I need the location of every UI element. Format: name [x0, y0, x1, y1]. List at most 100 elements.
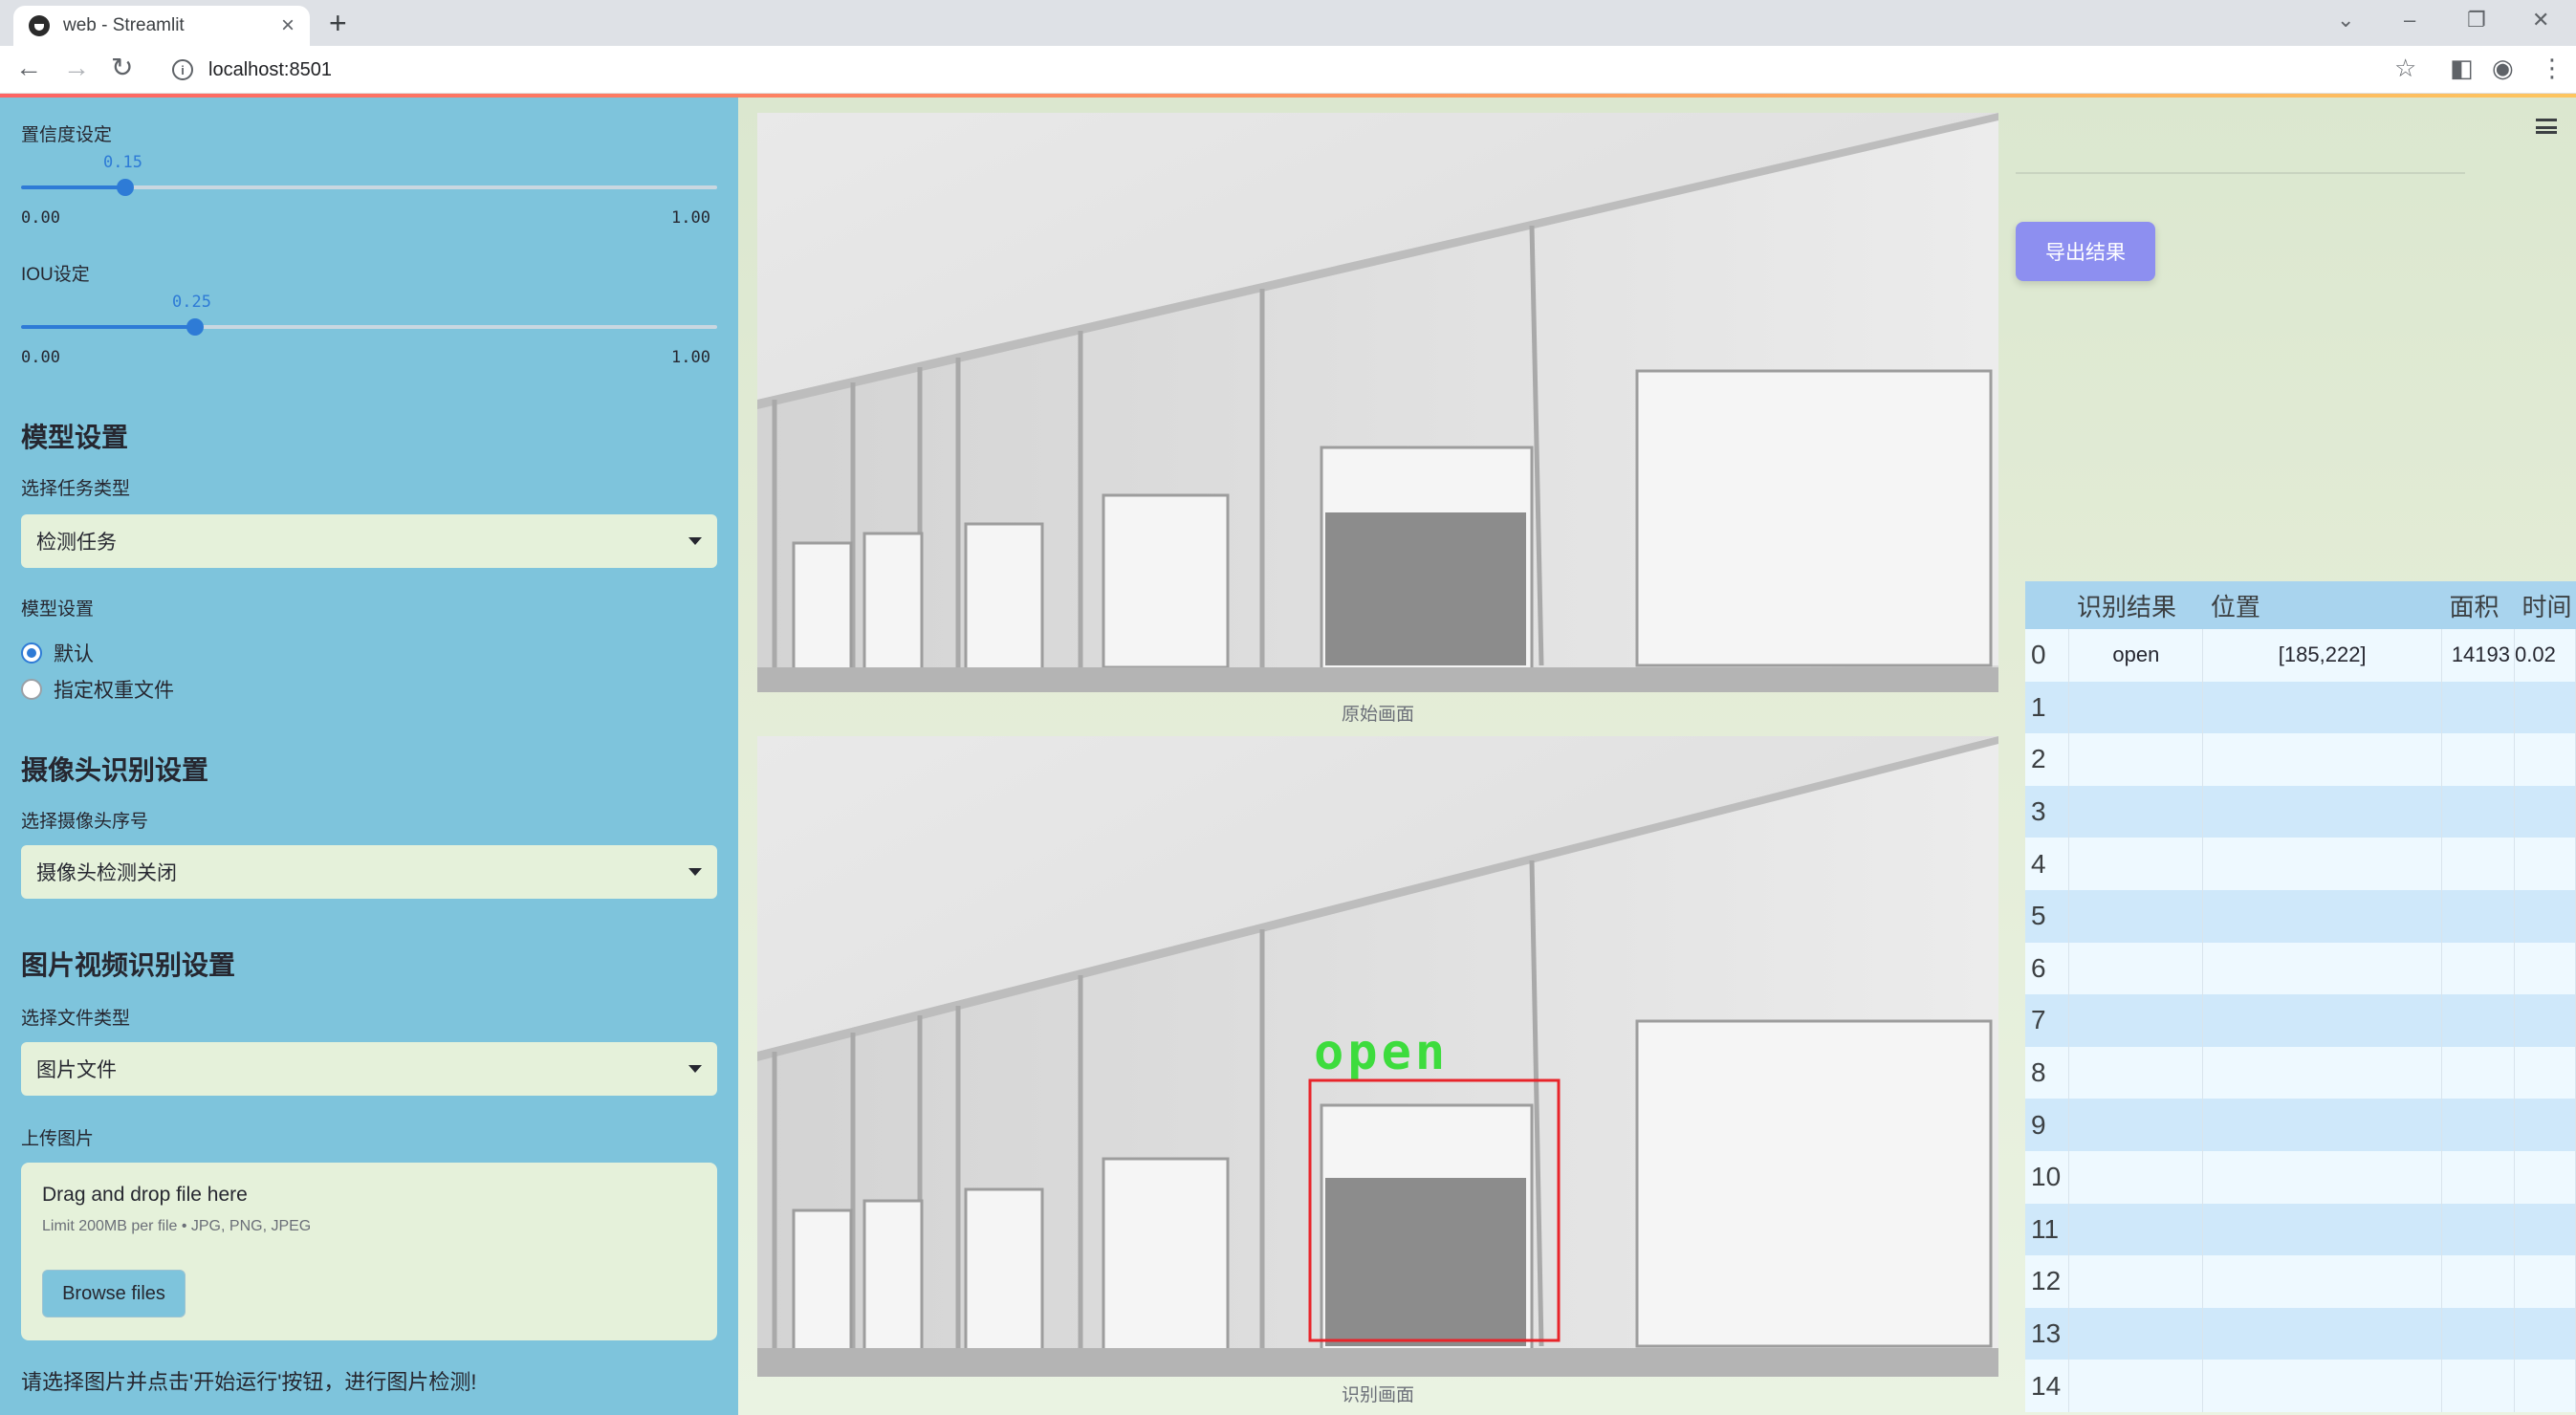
- cell-result: [2068, 785, 2204, 838]
- reload-icon[interactable]: ↻: [111, 54, 133, 81]
- cell-result: [2068, 1046, 2204, 1099]
- row-index: 2: [2025, 733, 2070, 786]
- cell-result: [2068, 1360, 2204, 1412]
- confidence-slider[interactable]: [21, 179, 717, 196]
- upload-limit: Limit 200MB per file • JPG, PNG, JPEG: [42, 1218, 312, 1234]
- radio-selected-icon: [21, 642, 42, 664]
- iou-slider-thumb[interactable]: [186, 318, 204, 336]
- task-type-select[interactable]: 检测任务: [21, 514, 717, 568]
- table-row[interactable]: 0 open [185,222] 14193 0.02: [2025, 629, 2576, 682]
- header-area[interactable]: 面积: [2441, 581, 2515, 629]
- browse-files-button[interactable]: Browse files: [42, 1270, 186, 1317]
- radio-default[interactable]: 默认: [21, 639, 94, 667]
- iou-slider[interactable]: [21, 318, 717, 336]
- table-row[interactable]: 9: [2025, 1099, 2576, 1151]
- table-row[interactable]: 3: [2025, 785, 2576, 838]
- url-text: localhost:8501: [208, 58, 332, 80]
- confidence-slider-thumb[interactable]: [117, 179, 135, 196]
- row-index: 9: [2025, 1099, 2070, 1151]
- site-info-icon[interactable]: i: [172, 59, 193, 80]
- camera-index-select[interactable]: 摄像头检测关闭: [21, 845, 717, 899]
- cell-position: [2202, 889, 2443, 943]
- cell-result: [2068, 733, 2204, 786]
- cell-position: [2202, 733, 2443, 786]
- table-row[interactable]: 14: [2025, 1360, 2576, 1412]
- header-time[interactable]: 时间: [2514, 581, 2576, 629]
- cell-area: [2441, 1307, 2515, 1361]
- original-caption: 原始画面: [1341, 705, 1414, 725]
- upload-label: 上传图片: [21, 1129, 95, 1149]
- header-result[interactable]: 识别结果: [2068, 581, 2203, 629]
- cell-area: [2441, 1150, 2515, 1204]
- model-settings-label: 模型设置: [21, 599, 95, 620]
- cell-result: [2068, 994, 2204, 1047]
- header-position[interactable]: 位置: [2202, 581, 2442, 629]
- cell-result: [2068, 838, 2204, 890]
- cell-area: [2441, 994, 2515, 1047]
- table-row[interactable]: 6: [2025, 942, 2576, 995]
- divider: [2016, 172, 2465, 174]
- file-type-select[interactable]: 图片文件: [21, 1042, 717, 1096]
- row-index: 5: [2025, 889, 2070, 943]
- table-row[interactable]: 10: [2025, 1150, 2576, 1204]
- hamburger-menu-icon[interactable]: [2536, 119, 2557, 134]
- table-row[interactable]: 11: [2025, 1203, 2576, 1256]
- table-row[interactable]: 2: [2025, 733, 2576, 786]
- iou-label: IOU设定: [21, 265, 90, 285]
- table-row[interactable]: 1: [2025, 681, 2576, 734]
- forward-icon[interactable]: →: [63, 54, 90, 81]
- radio-custom-weights[interactable]: 指定权重文件: [21, 675, 174, 704]
- row-index: 10: [2025, 1150, 2070, 1204]
- back-icon[interactable]: ←: [15, 54, 42, 81]
- table-row[interactable]: 7: [2025, 994, 2576, 1047]
- cell-area: [2441, 681, 2515, 734]
- new-tab-icon[interactable]: +: [329, 8, 347, 38]
- browser-tab[interactable]: web - Streamlit ×: [13, 6, 310, 46]
- row-index: 7: [2025, 994, 2070, 1047]
- radio-custom-label: 指定权重文件: [54, 680, 174, 702]
- cell-result: [2068, 889, 2204, 943]
- radio-unselected-icon: [21, 679, 42, 700]
- iou-slider-fill: [21, 325, 195, 329]
- confidence-min: 0.00: [21, 208, 60, 228]
- cell-time: [2514, 1360, 2576, 1412]
- iou-max: 1.00: [671, 348, 710, 367]
- cell-position: [2202, 785, 2443, 838]
- table-header-row: 识别结果 位置 面积 时间: [2025, 581, 2576, 629]
- cell-result: [2068, 1150, 2204, 1204]
- cell-position: [2202, 1255, 2443, 1308]
- cell-result: [2068, 1099, 2204, 1151]
- cell-position: [2202, 838, 2443, 890]
- main-content: 原始画面 open 识别画面 导出结果 识别结果 位置 面积 时间 0 open…: [738, 98, 2576, 1415]
- header-index[interactable]: [2025, 581, 2069, 629]
- cell-time: [2514, 942, 2576, 995]
- file-uploader-dropzone[interactable]: Drag and drop file here Limit 200MB per …: [21, 1163, 717, 1340]
- upload-title: Drag and drop file here: [42, 1184, 248, 1206]
- cell-position: [2202, 1307, 2443, 1361]
- tab-close-icon[interactable]: ×: [281, 14, 295, 37]
- cell-result: [2068, 942, 2204, 995]
- close-window-icon[interactable]: ✕: [2532, 8, 2549, 33]
- camera-index-value: 摄像头检测关闭: [36, 862, 177, 884]
- restore-icon[interactable]: ❐: [2467, 8, 2486, 33]
- table-row[interactable]: 4: [2025, 838, 2576, 890]
- task-type-label: 选择任务类型: [21, 479, 131, 499]
- bookmark-star-icon[interactable]: ☆: [2394, 55, 2416, 80]
- table-row[interactable]: 13: [2025, 1307, 2576, 1361]
- table-row[interactable]: 5: [2025, 889, 2576, 943]
- cell-time: [2514, 1099, 2576, 1151]
- minimize-icon[interactable]: –: [2404, 8, 2415, 33]
- cell-time: [2514, 889, 2576, 943]
- address-bar[interactable]: i localhost:8501: [163, 52, 2381, 88]
- cell-time: [2514, 785, 2576, 838]
- browser-menu-icon[interactable]: ⋮: [2540, 55, 2565, 80]
- export-results-button[interactable]: 导出结果: [2016, 222, 2155, 281]
- side-panel-icon[interactable]: ◧: [2450, 55, 2474, 80]
- cell-position: [2202, 1360, 2443, 1412]
- table-row[interactable]: 12: [2025, 1255, 2576, 1308]
- table-row[interactable]: 8: [2025, 1046, 2576, 1099]
- cell-position: [2202, 1150, 2443, 1204]
- profile-avatar-icon[interactable]: ◉: [2492, 55, 2514, 80]
- warehouse-photo-result: open: [757, 736, 1998, 1377]
- tab-search-icon[interactable]: ⌄: [2337, 8, 2354, 33]
